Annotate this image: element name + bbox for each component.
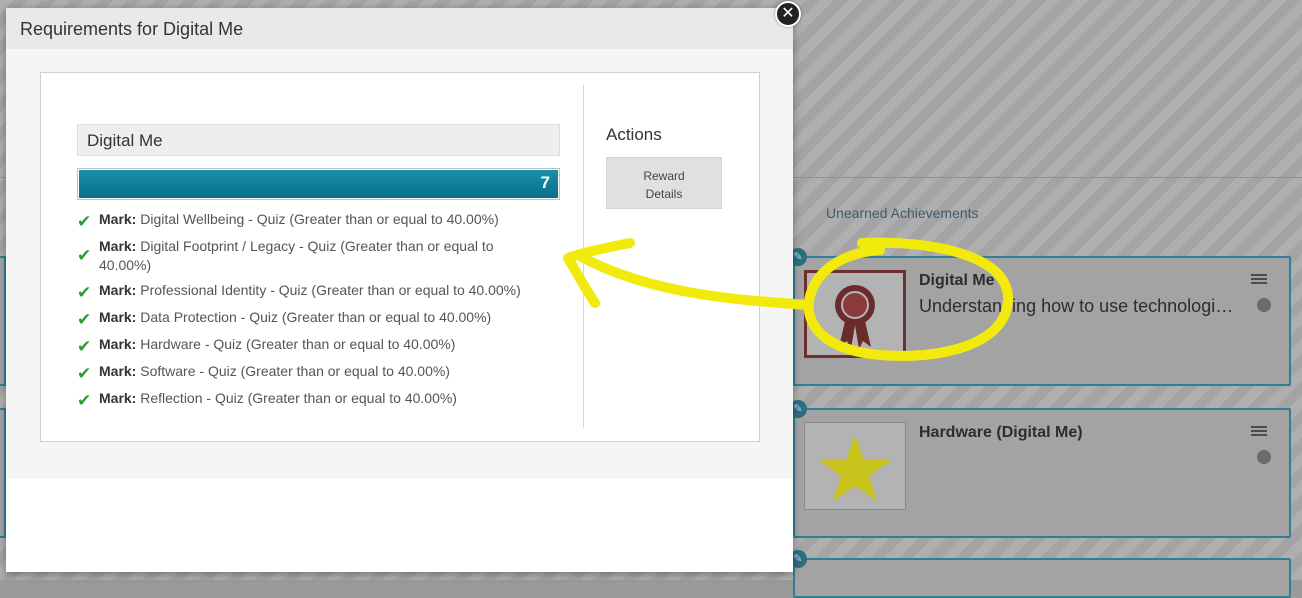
checkmark-icon: ✔ [77,246,92,265]
modal-header: Requirements for Digital Me [6,8,793,49]
status-dot [1257,450,1271,464]
checkmark-icon: ✔ [77,283,92,302]
progress-fill: 7 [79,170,558,198]
requirements-list: ✔ Mark: Digital Wellbeing - Quiz (Greate… [77,210,560,410]
requirements-panel: Digital Me 7 ✔ Mark: Digital Wellbeing -… [40,72,760,442]
card-title: Digital Me [919,272,995,289]
checkmark-icon: ✔ [77,310,92,329]
requirement-text: Hardware - Quiz (Greater than or equal t… [140,336,456,352]
requirements-column: Digital Me 7 ✔ Mark: Digital Wellbeing -… [77,124,560,416]
requirement-text: Digital Footprint / Legacy - Quiz (Great… [99,238,494,273]
requirements-modal: Requirements for Digital Me Digital Me 7… [6,8,793,572]
progress-value: 7 [540,173,550,192]
checkmark-icon: ✔ [77,364,92,383]
progress-bar: 7 [77,168,560,200]
requirement-text: Digital Wellbeing - Quiz (Greater than o… [140,211,499,227]
requirement-text: Data Protection - Quiz (Greater than or … [140,309,492,325]
requirement-label: Mark: [99,336,137,352]
achievement-name: Digital Me [77,124,560,156]
checkmark-icon: ✔ [77,337,92,356]
actions-column: Actions Reward Details [606,125,746,209]
card-description: Understanding how to use technologi… [919,296,1234,316]
requirement-label: Mark: [99,363,137,379]
requirement-label: Mark: [99,211,137,227]
card-title: Hardware (Digital Me) [919,424,1083,441]
actions-title: Actions [606,125,662,144]
checkmark-icon: ✔ [77,212,92,231]
requirement-label: Mark: [99,282,137,298]
requirement-label: Mark: [99,390,137,406]
requirement-text: Professional Identity - Quiz (Greater th… [140,282,521,298]
list-item: ✔ Mark: Digital Footprint / Legacy - Qui… [77,237,560,275]
list-item: ✔ Mark: Reflection - Quiz (Greater than … [77,389,560,410]
list-item: ✔ Mark: Data Protection - Quiz (Greater … [77,308,560,329]
requirement-label: Mark: [99,238,137,254]
requirement-text: Software - Quiz (Greater than or equal t… [140,363,450,379]
ribbon-badge-icon [804,270,906,358]
achievement-card-hardware[interactable]: ✎ Hardware (Digital Me) [789,400,1291,538]
reward-details-label-line2: Details [645,187,683,201]
list-item: ✔ Mark: Digital Wellbeing - Quiz (Greate… [77,210,560,231]
achievement-card-software[interactable]: ✎ [789,550,1291,598]
achievement-card-digital-me[interactable]: ✎ Digital Me Understanding how to use te… [789,248,1291,386]
reward-details-button[interactable]: Reward Details [606,157,722,209]
checkmark-icon: ✔ [77,391,92,410]
list-menu-icon[interactable] [1251,272,1267,286]
list-item: ✔ Mark: Software - Quiz (Greater than or… [77,362,560,383]
modal-title: Requirements for Digital Me [20,19,244,39]
list-item: ✔ Mark: Hardware - Quiz (Greater than or… [77,335,560,356]
panel-divider [583,85,584,428]
reward-details-label-line1: Reward [643,169,685,183]
modal-body: Digital Me 7 ✔ Mark: Digital Wellbeing -… [6,49,793,479]
star-icon [804,422,906,510]
requirement-text: Reflection - Quiz (Greater than or equal… [140,390,457,406]
list-item: ✔ Mark: Professional Identity - Quiz (Gr… [77,281,560,302]
close-icon[interactable]: ✕ [775,1,801,27]
list-menu-icon[interactable] [1251,424,1267,438]
tab-unearned-achievements[interactable]: Unearned Achievements [826,205,979,221]
requirement-label: Mark: [99,309,137,325]
status-dot [1257,298,1271,312]
